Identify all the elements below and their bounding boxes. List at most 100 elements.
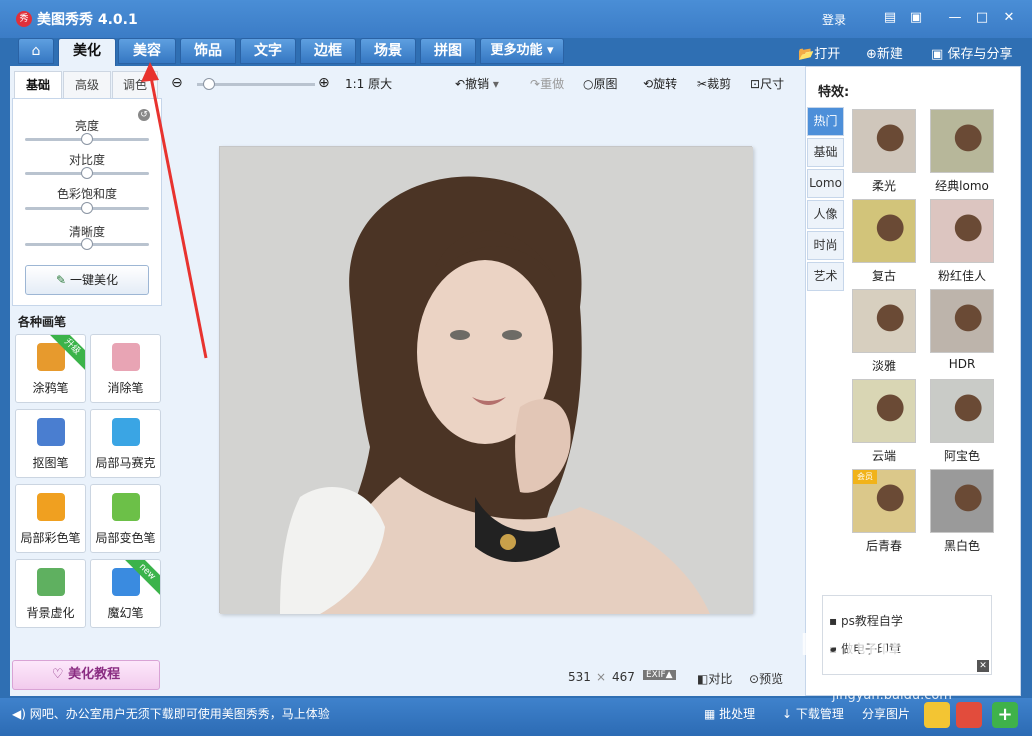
close-button[interactable]: ✕ xyxy=(999,9,1019,27)
effect-thumb-7[interactable] xyxy=(930,379,994,443)
zoom-slider[interactable] xyxy=(197,78,315,90)
actual-size-button[interactable]: 1:1 原大 xyxy=(345,75,392,92)
tab-beautify[interactable]: 美化 xyxy=(58,38,116,67)
effect-category-5[interactable]: 艺术 xyxy=(807,262,844,291)
effect-label[interactable]: 粉红佳人 xyxy=(930,267,994,284)
photo-canvas[interactable] xyxy=(219,146,753,614)
home-tab[interactable]: ⌂ xyxy=(18,38,54,64)
resize-button[interactable]: ⊡尺寸 xyxy=(750,75,784,92)
subtab-basic[interactable]: 基础 xyxy=(14,71,62,99)
effect-thumb-6[interactable] xyxy=(852,379,916,443)
effect-thumb-4[interactable] xyxy=(852,289,916,353)
undo-button[interactable]: ↶撤销 ▾ xyxy=(455,75,499,92)
subtab-advanced[interactable]: 高级 xyxy=(63,71,111,99)
tool-color-brush[interactable]: 局部彩色笔 xyxy=(15,484,86,553)
compare-icon: ◧ xyxy=(697,672,709,686)
tab-more-functions[interactable]: 更多功能 ▾ xyxy=(480,38,564,64)
tool-label: 局部变色笔 xyxy=(95,531,156,545)
resize-icon: ⊡ xyxy=(750,77,761,91)
ad-close-icon[interactable]: ✕ xyxy=(977,660,989,672)
open-button[interactable]: 📂打开 xyxy=(798,43,840,62)
effect-thumb-2[interactable] xyxy=(852,199,916,263)
promo-message[interactable]: ◀) 网吧、办公室用户无须下载即可使用美图秀秀，马上体验 xyxy=(12,705,330,722)
effect-thumb-5[interactable] xyxy=(930,289,994,353)
tab-text[interactable]: 文字 xyxy=(240,38,296,64)
one-click-beautify-button[interactable]: ✎ 一键美化 xyxy=(25,265,149,295)
download-manager-button[interactable]: ↓ 下载管理 xyxy=(782,705,844,722)
brightness-slider[interactable] xyxy=(25,133,149,145)
effect-category-3[interactable]: 人像 xyxy=(807,200,844,229)
login-link[interactable]: 登录 xyxy=(822,11,846,28)
weibo-icon[interactable] xyxy=(956,702,982,728)
feedback-icon[interactable]: ▤ xyxy=(880,9,900,27)
effect-label[interactable]: 淡雅 xyxy=(852,357,916,374)
redo-label: 重做 xyxy=(540,77,565,91)
tab-collage[interactable]: 拼图 xyxy=(420,38,476,64)
contrast-slider[interactable] xyxy=(25,167,149,179)
tab-beauty[interactable]: 美容 xyxy=(118,38,176,64)
effect-thumb-0[interactable] xyxy=(852,109,916,173)
effect-thumb-8[interactable]: 会员 xyxy=(852,469,916,533)
beautify-tutorial-button[interactable]: ♡ 美化教程 xyxy=(12,660,160,690)
slider-knob[interactable] xyxy=(81,133,93,145)
effect-label[interactable]: 阿宝色 xyxy=(930,447,994,464)
sharpness-slider[interactable] xyxy=(25,238,149,250)
compare-button[interactable]: ◧对比 xyxy=(697,670,732,687)
tab-frame[interactable]: 边框 xyxy=(300,38,356,64)
effect-category-1[interactable]: 基础 xyxy=(807,138,844,167)
rotate-label: 旋转 xyxy=(653,77,678,91)
redo-button[interactable]: ↷重做 xyxy=(530,75,564,92)
zoom-out-icon[interactable]: ⊖ xyxy=(171,75,183,91)
rotate-button[interactable]: ⟲旋转 xyxy=(643,75,677,92)
tool-mosaic[interactable]: 局部马赛克 xyxy=(90,409,161,478)
undo-dropdown-icon[interactable]: ▾ xyxy=(493,77,499,91)
effect-thumb-1[interactable] xyxy=(930,109,994,173)
share-image-button[interactable]: 分享图片 xyxy=(862,705,910,722)
tool-eraser[interactable]: 消除笔 xyxy=(90,334,161,403)
tool-magic-pen[interactable]: 魔幻笔 new xyxy=(90,559,161,628)
exif-button[interactable]: EXIF▲ xyxy=(643,670,676,680)
crop-label: 裁剪 xyxy=(707,77,732,91)
saturation-slider[interactable] xyxy=(25,202,149,214)
effect-category-2[interactable]: Lomo xyxy=(807,169,844,198)
star-icon[interactable] xyxy=(924,702,950,728)
tool-recolor-brush[interactable]: 局部变色笔 xyxy=(90,484,161,553)
effect-label[interactable]: 复古 xyxy=(852,267,916,284)
effect-label[interactable]: 云端 xyxy=(852,447,916,464)
tab-scene[interactable]: 场景 xyxy=(360,38,416,64)
preview-button[interactable]: ⊙预览 xyxy=(749,670,783,687)
zoom-knob[interactable] xyxy=(202,78,215,90)
preview-label: 预览 xyxy=(759,672,784,686)
slider-knob[interactable] xyxy=(81,167,93,179)
hand-icon: ♡ xyxy=(51,667,64,682)
effect-label[interactable]: 黑白色 xyxy=(930,537,994,554)
effect-label[interactable]: 柔光 xyxy=(852,177,916,194)
tutorial-label: 美化教程 xyxy=(68,667,121,682)
effect-label[interactable]: 后青春 xyxy=(852,537,916,554)
effects-panel: 特效: 热门 基础 Lomo 人像 时尚 艺术 柔光 经典lomo 复古 粉红佳人 淡雅 HDR 云端… xyxy=(805,66,1021,696)
menu-icon[interactable]: ▣ xyxy=(906,9,926,27)
tool-crayon[interactable]: 涂鸦笔 升级 xyxy=(15,334,86,403)
zoom-in-icon[interactable]: ⊕ xyxy=(318,75,330,91)
slider-knob[interactable] xyxy=(81,202,93,214)
original-button[interactable]: ○原图 xyxy=(583,75,618,92)
minimize-button[interactable]: — xyxy=(945,9,965,27)
tool-blur[interactable]: 背景虚化 xyxy=(15,559,86,628)
tool-pen-cutout[interactable]: 抠图笔 xyxy=(15,409,86,478)
tab-accessories[interactable]: 饰品 xyxy=(180,38,236,64)
subtab-color[interactable]: 调色 xyxy=(112,71,158,99)
one-click-label: 一键美化 xyxy=(69,273,118,287)
add-icon[interactable]: + xyxy=(992,702,1018,728)
save-share-button[interactable]: ▣ 保存与分享 xyxy=(931,43,1012,62)
effect-thumb-3[interactable] xyxy=(930,199,994,263)
batch-button[interactable]: ▦ 批处理 xyxy=(704,705,755,722)
slider-knob[interactable] xyxy=(81,238,93,250)
effect-category-0[interactable]: 热门 xyxy=(807,107,844,136)
new-button[interactable]: ⊕新建 xyxy=(866,43,903,62)
effect-label[interactable]: HDR xyxy=(930,357,994,371)
crop-button[interactable]: ✂裁剪 xyxy=(697,75,731,92)
effect-category-4[interactable]: 时尚 xyxy=(807,231,844,260)
maximize-button[interactable]: □ xyxy=(972,9,992,27)
effect-label[interactable]: 经典lomo xyxy=(930,177,994,194)
effect-thumb-9[interactable] xyxy=(930,469,994,533)
